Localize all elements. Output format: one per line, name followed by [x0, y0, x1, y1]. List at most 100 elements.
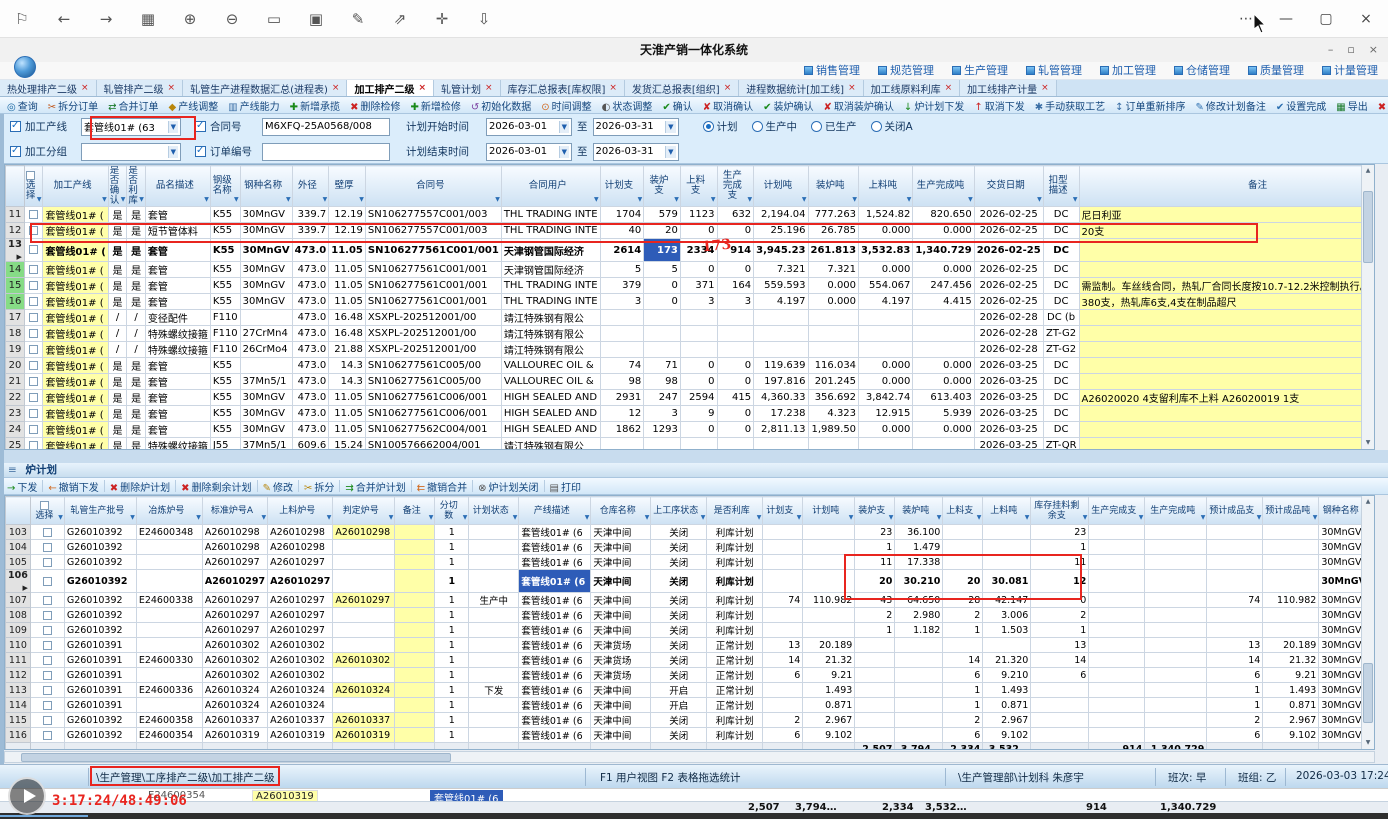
row-select-cell[interactable] [24, 262, 43, 278]
cell[interactable] [240, 310, 292, 326]
cell[interactable]: 110.982 [1263, 593, 1319, 608]
cell[interactable]: / [127, 342, 146, 358]
cell[interactable]: 0 [717, 406, 754, 422]
column-header-18[interactable]: 上料吨▼ [859, 166, 913, 207]
column-header-19[interactable]: 上料吨▼ [983, 497, 1031, 525]
cell[interactable]: 9.102 [1263, 728, 1319, 743]
cell[interactable] [1089, 623, 1145, 638]
cell[interactable] [717, 438, 754, 451]
cell[interactable] [983, 525, 1031, 540]
filter-icon[interactable]: ▼ [701, 513, 706, 523]
cell[interactable] [644, 342, 681, 358]
cell[interactable]: 379 [600, 278, 644, 294]
cell[interactable]: 14 [1031, 653, 1089, 668]
tab-4[interactable]: 加工排产二级× [347, 80, 434, 96]
cell[interactable] [754, 326, 808, 342]
cell[interactable]: 1 [1031, 623, 1089, 638]
cell[interactable]: 71 [644, 358, 681, 374]
order-resort-button[interactable]: ↕订单重新排序 [1112, 98, 1188, 113]
cell[interactable]: 30MnGV [240, 406, 292, 422]
cell[interactable]: 关闭 [651, 555, 707, 570]
cell[interactable] [803, 623, 855, 638]
cell[interactable] [808, 438, 859, 451]
cell[interactable]: A26010297 [202, 593, 267, 608]
cell[interactable]: 利库计划 [707, 713, 763, 728]
cell[interactable]: 2,194.04 [754, 207, 808, 223]
cell[interactable] [469, 608, 519, 623]
confirm-button[interactable]: ✔确认 [659, 98, 695, 113]
cell[interactable]: 30MnGV [240, 294, 292, 310]
filter-icon[interactable]: ▼ [286, 195, 291, 205]
cell[interactable]: 尼日利亚 [1079, 207, 1375, 223]
table-row-112[interactable]: 112G26010391A26010302A260103021套管线01# (6… [6, 668, 1369, 683]
cell[interactable] [136, 608, 202, 623]
filter-icon[interactable]: ▼ [234, 195, 239, 205]
scroll-up-icon[interactable]: ▲ [1362, 496, 1374, 508]
column-header-9[interactable]: 壁厚▼ [329, 166, 366, 207]
cell[interactable] [913, 342, 974, 358]
end-date-from[interactable]: 2026-03-01 ▼ [486, 143, 572, 161]
cell[interactable] [859, 342, 913, 358]
cell[interactable]: 6 [1207, 728, 1263, 743]
select-all-checkbox[interactable] [40, 501, 49, 510]
cell[interactable] [763, 698, 803, 713]
cell[interactable]: A26010319 [268, 728, 333, 743]
cell[interactable]: A26010298 [268, 525, 333, 540]
cell[interactable]: 天津中间 [591, 623, 651, 638]
cell[interactable]: 1 [435, 668, 469, 683]
column-header-22[interactable]: 备注▼ [1079, 166, 1375, 207]
filter-icon[interactable]: ▼ [907, 195, 912, 205]
cell[interactable]: 是 [108, 262, 127, 278]
cell[interactable] [895, 638, 943, 653]
plan-table-vertical-scrollbar[interactable]: ▲ ▼ [1361, 165, 1374, 449]
status-adjust-button[interactable]: ◐状态调整 [599, 98, 656, 113]
table-row-15[interactable]: 15套管线01# (是是套管K5530MnGV473.011.05SN10627… [6, 278, 1376, 294]
cell[interactable]: VALLOUREC OIL & [501, 374, 600, 390]
cell[interactable]: 是 [127, 374, 146, 390]
cell[interactable]: 2 [943, 713, 983, 728]
cell[interactable]: 套管 [145, 262, 210, 278]
cell[interactable]: G26010392 [64, 525, 136, 540]
cell[interactable]: 套管线01# (6 [519, 570, 591, 593]
table-row-23[interactable]: 23套管线01# (是是套管K5530MnGV473.011.05SN10627… [6, 406, 1376, 422]
close-icon[interactable]: × [1358, 11, 1374, 27]
cell[interactable]: A26010302 [268, 668, 333, 683]
end-date-to[interactable]: 2026-03-31 ▼ [593, 143, 679, 161]
set-complete-button[interactable]: ✔设置完成 [1273, 98, 1329, 113]
cell[interactable] [1089, 698, 1145, 713]
cell[interactable]: 37Mn5/1 [240, 438, 292, 451]
row-select-cell[interactable] [24, 406, 43, 422]
cell[interactable] [1089, 555, 1145, 570]
cell[interactable]: 1 [943, 683, 983, 698]
column-header-14[interactable]: 计划支▼ [763, 497, 803, 525]
menu-item-6[interactable]: 仓储管理 [1174, 62, 1230, 80]
cell[interactable]: 1 [435, 525, 469, 540]
cell[interactable]: 套管线01# (6 [519, 555, 591, 570]
cell[interactable]: 4.197 [754, 294, 808, 310]
cell[interactable]: 是 [127, 406, 146, 422]
cell[interactable]: 2026-03-25 [974, 438, 1043, 451]
cell[interactable]: A26010319 [202, 728, 267, 743]
cell[interactable]: 4,360.33 [754, 390, 808, 406]
cell[interactable]: 利库计划 [707, 623, 763, 638]
cell[interactable]: 套管线01# (6 [519, 623, 591, 638]
scrollbar-thumb[interactable] [1363, 663, 1373, 723]
cell[interactable]: G26010391 [64, 638, 136, 653]
filter-icon[interactable]: ▼ [937, 513, 942, 523]
cell[interactable] [803, 608, 855, 623]
filter-icon[interactable]: ▼ [463, 513, 468, 523]
row-select-cell[interactable] [30, 593, 64, 608]
cell[interactable]: A26010297 [268, 593, 333, 608]
table-row-25[interactable]: 25套管线01# (是是特殊螺纹接箍J5537Mn5/1609.615.24SN… [6, 438, 1376, 451]
row-select-cell[interactable] [24, 278, 43, 294]
zoom-out-icon[interactable]: ⊖ [224, 10, 240, 28]
table-row-19[interactable]: 19套管线01# (//特殊螺纹接箍F11026CrMo4473.021.88X… [6, 342, 1376, 358]
cell[interactable]: 4.323 [808, 406, 859, 422]
cell[interactable]: 关闭 [651, 638, 707, 653]
table-row-16[interactable]: 16套管线01# (是是套管K5530MnGV473.011.05SN10627… [6, 294, 1376, 310]
cell[interactable]: HIGH SEALED AND [501, 422, 600, 438]
cell[interactable]: 98 [600, 374, 644, 390]
column-header-1[interactable]: 选择▼ [24, 166, 43, 207]
cell[interactable]: HIGH SEALED AND [501, 406, 600, 422]
cell[interactable]: K55 [210, 294, 240, 310]
